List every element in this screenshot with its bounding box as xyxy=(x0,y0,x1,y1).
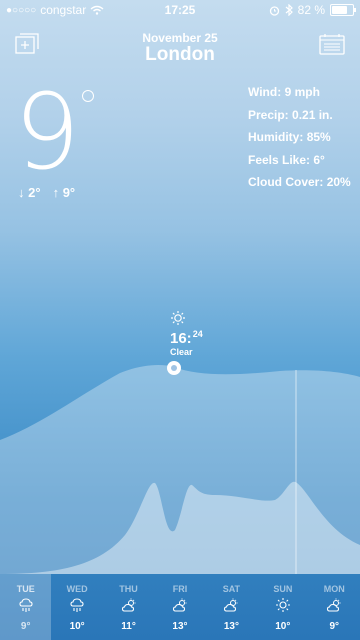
forecast-day-temp: 11° xyxy=(121,621,136,632)
arrow-up-icon: ↑ xyxy=(52,185,60,200)
detail-humidity: Humidity: 85% xyxy=(248,130,331,144)
high-temp: ↑ 9° xyxy=(52,185,76,200)
forecast-day-sat[interactable]: SAT 13° xyxy=(206,574,257,640)
status-bar: ●○○○○ congstar 17:25 82 % xyxy=(0,0,360,20)
rain-cloud-icon xyxy=(19,598,33,612)
partly-cloudy-icon xyxy=(224,598,238,612)
current-time-dot-inner xyxy=(171,365,177,371)
forecast-day-temp: 9° xyxy=(329,621,340,632)
forecast-day-temp: 10° xyxy=(69,621,85,632)
bluetooth-icon xyxy=(285,4,293,16)
forecast-day-mon[interactable]: MON 9° xyxy=(309,574,360,640)
current-temperature: 9 xyxy=(14,71,81,193)
forecast-day-temp: 10° xyxy=(275,621,291,632)
alarm-icon xyxy=(269,5,279,16)
detail-precip: Precip: 0.21 in. xyxy=(248,107,333,122)
forecast-day-name: FRI xyxy=(172,584,188,594)
forecast-day-name: WED xyxy=(66,584,88,594)
forecast-day-name: SAT xyxy=(222,584,241,594)
forecast-day-name: TUE xyxy=(16,584,35,594)
daily-forecast: TUE 9° WED 10° THU 11° FRI 13° SAT 13° SUN 10° MON 9° xyxy=(0,574,360,640)
forecast-day-temp: 13° xyxy=(172,621,188,632)
forecast-day-name: SUN xyxy=(273,584,293,594)
current-date: November 25 xyxy=(142,31,218,45)
marker-time: 16:24 xyxy=(170,329,203,347)
forecast-day-wed[interactable]: WED 10° xyxy=(51,574,102,640)
forecast-day-temp: 9° xyxy=(20,621,31,632)
low-temp: ↓ 2° xyxy=(18,185,41,200)
forecast-day-temp: 13° xyxy=(223,621,239,632)
forecast-day-name: THU xyxy=(119,584,138,594)
sun-icon xyxy=(171,311,185,325)
forecast-day-sun[interactable]: SUN 10° xyxy=(257,574,308,640)
list-icon xyxy=(319,34,345,55)
partly-cloudy-icon xyxy=(121,598,136,612)
forecast-day-fri[interactable]: FRI 13° xyxy=(154,574,205,640)
status-right: 82 % xyxy=(269,3,356,17)
rain-cloud-icon xyxy=(70,598,84,612)
forecast-day-thu[interactable]: THU 11° xyxy=(103,574,154,640)
city-name: London xyxy=(145,44,215,65)
forecast-day-tue[interactable]: TUE 9° xyxy=(0,574,52,640)
partly-cloudy-icon xyxy=(327,598,341,612)
weather-details: Wind: 9 mph Precip: 0.21 in. Humidity: 8… xyxy=(248,85,351,198)
detail-cloud-cover: Cloud Cover: 20% xyxy=(248,175,351,189)
degree-symbol-icon xyxy=(82,90,94,102)
temperature-precip-graph[interactable] xyxy=(0,355,360,574)
forecast-day-name: MON xyxy=(323,584,345,594)
temperature-range: ↓ 2° ↑ 9° xyxy=(18,185,75,200)
detail-wind: Wind: 9 mph xyxy=(248,85,320,99)
partly-cloudy-icon xyxy=(172,598,187,612)
battery-percent: 82 % xyxy=(297,3,325,17)
detail-feels-like: Feels Like: 6° xyxy=(248,152,325,167)
arrow-down-icon: ↓ xyxy=(18,185,25,200)
sun-icon xyxy=(275,598,290,612)
locations-list-button[interactable] xyxy=(319,33,345,55)
battery-icon xyxy=(330,4,356,16)
